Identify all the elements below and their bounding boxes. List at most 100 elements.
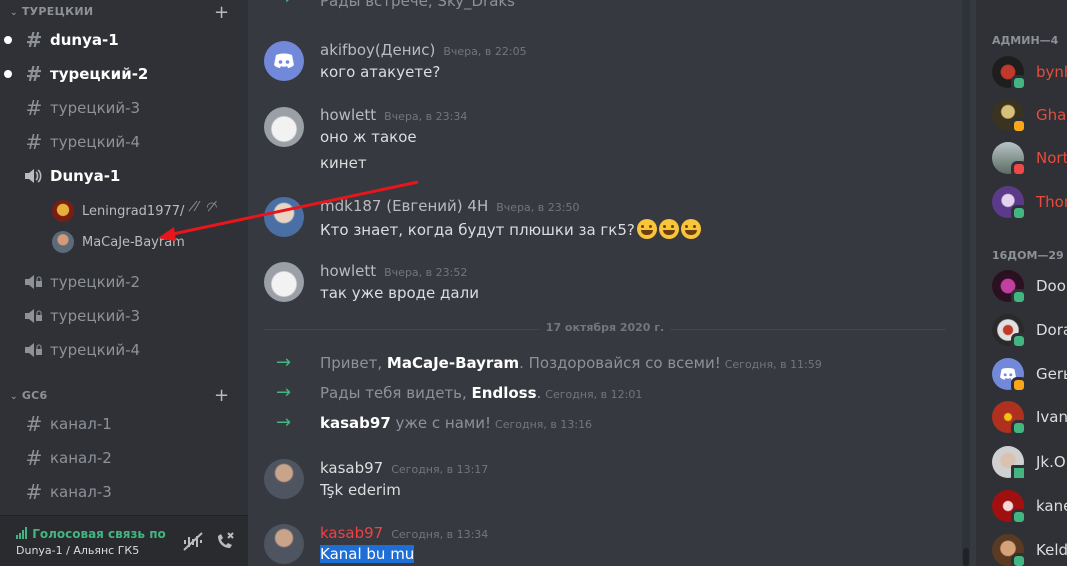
message-text: кого атакуете?	[320, 63, 441, 81]
message-text: оно ж такое	[320, 128, 417, 146]
hashtag-icon: #	[25, 62, 43, 86]
avatar	[992, 534, 1027, 566]
voice-channel-turkish-2[interactable]: турецкий-2	[8, 267, 240, 297]
message-author[interactable]: kasab97 Сегодня, в 13:17	[320, 459, 488, 477]
member-list: АДМИН—4 bynh Ghai Nort Thor 16ДОМ—29 Doo…	[976, 0, 1067, 566]
add-channel-icon[interactable]: +	[214, 387, 229, 405]
member-item[interactable]: bynh	[992, 52, 1067, 92]
hashtag-icon: #	[25, 446, 43, 470]
noise-suppression-icon[interactable]	[182, 530, 204, 552]
unread-indicator	[4, 70, 12, 78]
avatar	[992, 142, 1027, 177]
channel-kanal-3[interactable]: # канал-3	[8, 477, 240, 507]
role-header-16dom: 16ДОМ—29	[992, 249, 1064, 262]
chat-scrollbar[interactable]	[962, 0, 970, 566]
voice-user[interactable]: MaCaJe-Bayram	[52, 230, 185, 254]
channel-dunya-1[interactable]: # dunya-1	[4, 25, 240, 55]
hashtag-icon: #	[25, 96, 43, 120]
message-author[interactable]: howlett Вчера, в 23:34	[320, 106, 467, 124]
voice-channel-dunya-1[interactable]: Dunya-1	[8, 161, 240, 191]
signal-icon	[16, 527, 28, 542]
channel-turkish-4[interactable]: # турецкий-4	[8, 127, 240, 157]
category-header-turkish[interactable]: ⌄ ТУРЕЦКИИ	[10, 5, 93, 18]
avatar	[992, 401, 1027, 436]
channel-kanal-2[interactable]: # канал-2	[8, 443, 240, 473]
message-author[interactable]: akifboy(Денис) Вчера, в 22:05	[320, 41, 527, 59]
avatar	[52, 200, 74, 222]
member-item[interactable]: IvanV	[992, 397, 1067, 437]
chat-area: → Рады встрече, Sky_Draks akifboy(Денис)…	[248, 0, 966, 566]
member-item[interactable]: Jk.Ol	[992, 442, 1067, 482]
grin-emoji-icon	[680, 219, 701, 239]
add-channel-icon[interactable]: +	[214, 4, 229, 22]
disconnect-call-icon[interactable]	[214, 530, 236, 552]
channel-turkish-2[interactable]: # турецкий-2	[4, 59, 240, 89]
member-item[interactable]: Gerь	[992, 354, 1067, 394]
voice-channel-turkish-4[interactable]: турецкий-4	[8, 335, 240, 365]
avatar	[992, 99, 1027, 134]
status-online-icon	[1011, 333, 1027, 349]
member-item[interactable]: kane	[992, 486, 1067, 526]
message-author[interactable]: kasab97 Сегодня, в 13:34	[320, 524, 488, 542]
system-join-message: Привет, MaCaJe-Bayram. Поздоровайся со в…	[320, 354, 822, 372]
avatar	[992, 490, 1027, 525]
avatar	[992, 186, 1027, 221]
category-header-gc6[interactable]: ⌄ GC6	[10, 389, 48, 402]
status-online-icon	[1011, 289, 1027, 305]
channel-kanal-1[interactable]: # канал-1	[8, 409, 240, 439]
voice-user-status: ⁄̸ ◠̸	[196, 200, 218, 215]
member-item[interactable]: Dora	[992, 310, 1067, 350]
avatar[interactable]	[264, 197, 304, 237]
message-author[interactable]: howlett Вчера, в 23:52	[320, 262, 467, 280]
avatar[interactable]	[264, 524, 304, 564]
voice-connected-label[interactable]: Голосовая связь подключена	[16, 527, 166, 542]
message-text: Tşk ederim	[320, 481, 401, 499]
message-text: Kanal bu mu	[320, 545, 415, 563]
speaker-locked-icon	[24, 342, 44, 358]
hashtag-icon: #	[25, 480, 43, 504]
hashtag-icon: #	[25, 412, 43, 436]
avatar	[992, 270, 1027, 305]
member-item[interactable]: Ghai	[992, 95, 1067, 135]
status-idle-icon	[1011, 377, 1027, 393]
speaker-icon	[24, 168, 44, 184]
status-mobile-icon	[1011, 465, 1027, 481]
member-item[interactable]: Nort	[992, 138, 1067, 178]
voice-user[interactable]: Leningrad1977/	[52, 199, 184, 223]
voice-channel-path[interactable]: Dunya-1 / Альянс ГК5	[16, 544, 139, 557]
status-dnd-icon	[1011, 161, 1027, 177]
hashtag-icon: #	[25, 130, 43, 154]
avatar[interactable]	[264, 41, 304, 81]
system-join-message: Рады тебя видеть, Endloss. Сегодня, в 12:…	[320, 384, 643, 402]
member-item[interactable]: Keld	[992, 530, 1067, 566]
hashtag-icon: #	[25, 28, 43, 52]
channel-turkish-3[interactable]: # турецкий-3	[8, 93, 240, 123]
status-idle-icon	[1011, 118, 1027, 134]
join-arrow-icon: →	[276, 352, 292, 373]
avatar[interactable]	[264, 459, 304, 499]
status-online-icon	[1011, 75, 1027, 91]
muted-mic-icon: ⁄̸	[196, 200, 199, 215]
message-text: так уже вроде дали	[320, 284, 479, 302]
member-item[interactable]: Door	[992, 266, 1067, 306]
member-item[interactable]: Thor	[992, 182, 1067, 222]
status-online-icon	[1011, 509, 1027, 525]
system-join-message: kasab97 уже с нами! Сегодня, в 13:16	[320, 414, 593, 432]
avatar[interactable]	[264, 107, 304, 147]
avatar[interactable]	[264, 262, 304, 302]
unread-indicator	[4, 36, 12, 44]
join-arrow-icon: →	[276, 382, 292, 403]
avatar	[52, 231, 74, 253]
date-divider: 17 октября 2020 г.	[264, 321, 946, 334]
message-author[interactable]: mdk187 (Евгений) 4H Вчера, в 23:50	[320, 197, 579, 215]
voice-connection-panel: Голосовая связь подключена Dunya-1 / Аль…	[0, 515, 248, 566]
join-arrow-icon: →	[276, 412, 292, 433]
status-online-icon	[1011, 420, 1027, 436]
deafened-icon: ◠̸	[206, 200, 218, 215]
voice-channel-turkish-3[interactable]: турецкий-3	[8, 301, 240, 331]
grin-emoji-icon	[636, 219, 657, 239]
avatar	[992, 358, 1027, 393]
message-text: кинет	[320, 154, 367, 172]
scrollbar-thumb[interactable]	[963, 548, 969, 566]
join-arrow-icon: →	[276, 0, 291, 9]
